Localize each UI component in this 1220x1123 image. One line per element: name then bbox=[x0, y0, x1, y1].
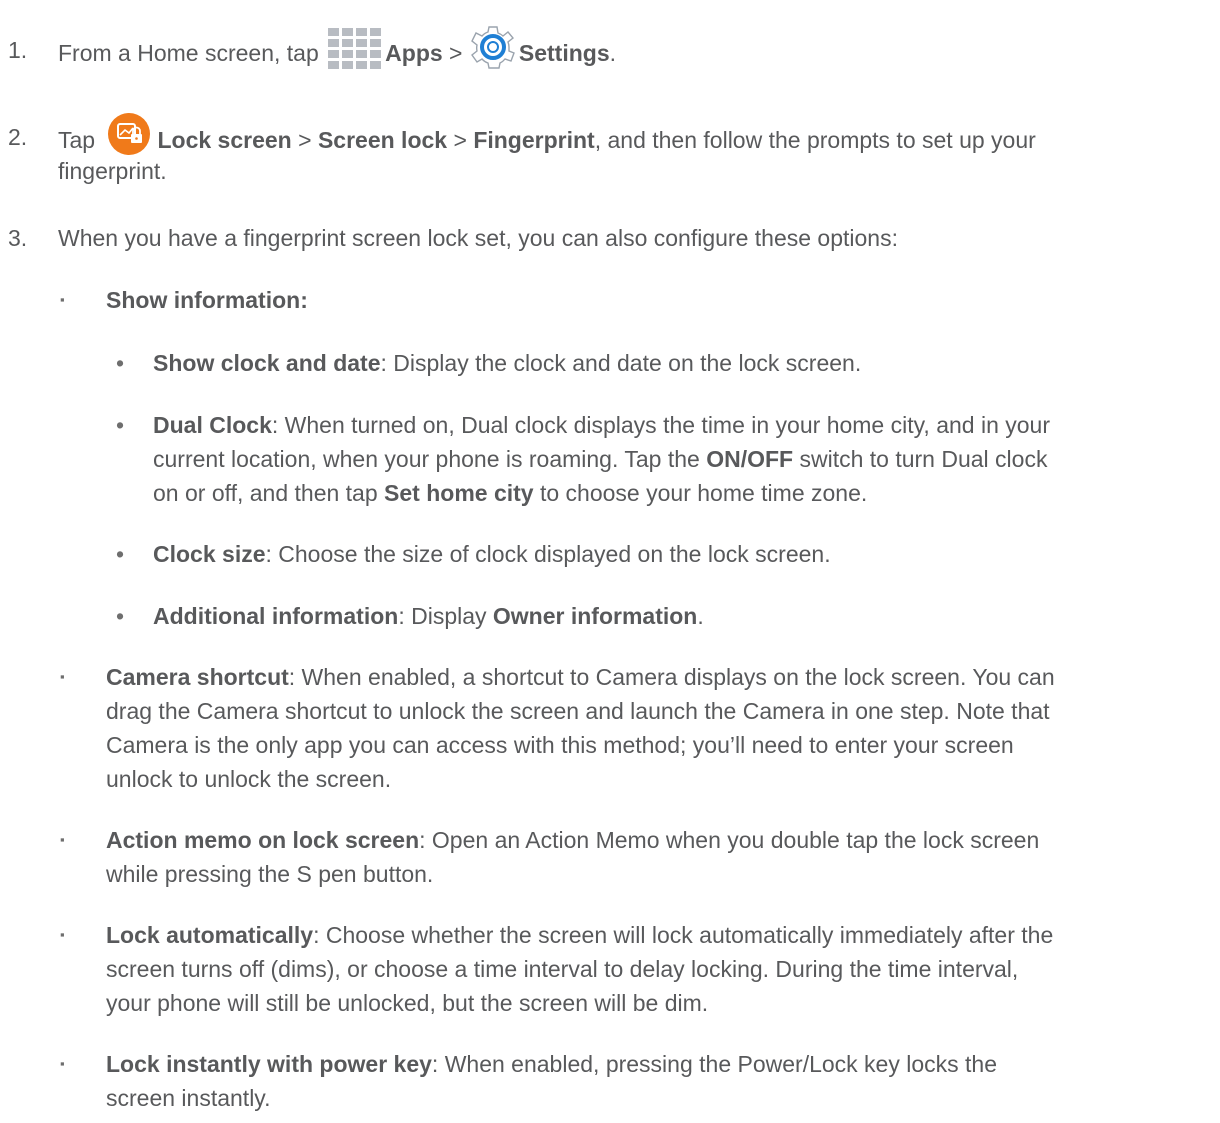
option-description: : When turned on, Dual clock displays th… bbox=[271, 412, 1050, 438]
option-description: on or off, and then tap bbox=[153, 480, 385, 506]
lock-screen-icon bbox=[107, 112, 151, 156]
option-label: Show information: bbox=[106, 287, 308, 313]
step-text: fingerprint. bbox=[58, 158, 167, 184]
step-text: When you have a fingerprint screen lock … bbox=[58, 225, 898, 251]
dot-bullet: • bbox=[116, 603, 125, 629]
square-bullet: ▪ bbox=[60, 927, 65, 942]
square-bullet: ▪ bbox=[60, 832, 65, 847]
option-description: screen turns off (dims), or choose a tim… bbox=[106, 956, 1019, 982]
option-description: unlock to unlock the screen. bbox=[106, 766, 392, 792]
separator: > bbox=[298, 127, 312, 154]
dot-bullet: • bbox=[116, 412, 125, 438]
option-label: Additional information bbox=[153, 603, 399, 629]
option-description: : Display bbox=[398, 603, 493, 629]
option-label: Lock automatically bbox=[106, 922, 314, 948]
option-description: switch to turn Dual clock bbox=[793, 446, 1048, 472]
option-description: : When enabled, pressing the Power/Lock … bbox=[431, 1051, 998, 1077]
option-description: : Choose the size of clock displayed on … bbox=[265, 541, 831, 567]
step-number: 1. bbox=[8, 37, 28, 63]
option-description: to choose your home time zone. bbox=[533, 480, 868, 506]
option-label: Dual Clock bbox=[153, 412, 272, 438]
option-description: while pressing the S pen button. bbox=[106, 861, 434, 887]
dot-bullet: • bbox=[116, 350, 125, 376]
step-text: Tap bbox=[58, 127, 96, 154]
square-bullet: ▪ bbox=[60, 1056, 65, 1071]
step-text: From a Home screen, tap bbox=[58, 40, 319, 67]
set-home-city-label: Set home city bbox=[384, 480, 534, 506]
punctuation: . bbox=[609, 40, 616, 67]
on-off-label: ON/OFF bbox=[706, 446, 794, 472]
option-description: : Display the clock and date on the lock… bbox=[380, 350, 862, 376]
option-description: your phone will still be unlocked, but t… bbox=[106, 990, 709, 1016]
option-description: screen instantly. bbox=[106, 1085, 271, 1111]
step-number: 2. bbox=[8, 124, 28, 150]
punctuation: . bbox=[697, 603, 704, 629]
option-description: : When enabled, a shortcut to Camera dis… bbox=[288, 664, 1055, 690]
separator: > bbox=[453, 127, 467, 154]
apps-label: Apps bbox=[385, 40, 443, 67]
step-text: , and then follow the prompts to set up … bbox=[594, 127, 1036, 154]
square-bullet: ▪ bbox=[60, 292, 65, 307]
owner-information-label: Owner information bbox=[492, 603, 698, 629]
option-label: Show clock and date bbox=[153, 350, 381, 376]
dot-bullet: • bbox=[116, 541, 125, 567]
screen-lock-label: Screen lock bbox=[317, 127, 448, 154]
lock-screen-label: Lock screen bbox=[157, 127, 292, 154]
settings-label: Settings bbox=[518, 40, 610, 67]
option-label: Clock size bbox=[153, 541, 266, 567]
option-description: : Open an Action Memo when you double ta… bbox=[419, 827, 1040, 853]
fingerprint-label: Fingerprint bbox=[473, 127, 595, 154]
option-label: Action memo on lock screen bbox=[106, 827, 420, 853]
document-page: 1. From a Home screen, tap Apps > Settin… bbox=[0, 0, 1220, 1123]
separator: > bbox=[449, 40, 463, 67]
apps-grid-icon bbox=[328, 28, 383, 70]
option-label: Camera shortcut bbox=[106, 664, 289, 690]
option-description: : Choose whether the screen will lock au… bbox=[313, 922, 1054, 948]
option-description: current location, when your phone is roa… bbox=[153, 446, 707, 472]
settings-gear-icon bbox=[470, 25, 515, 69]
option-label: Lock instantly with power key bbox=[106, 1051, 432, 1077]
option-description: drag the Camera shortcut to unlock the s… bbox=[106, 698, 1050, 724]
square-bullet: ▪ bbox=[60, 669, 65, 684]
step-number: 3. bbox=[8, 225, 28, 251]
option-description: Camera is the only app you can access wi… bbox=[106, 732, 1014, 758]
